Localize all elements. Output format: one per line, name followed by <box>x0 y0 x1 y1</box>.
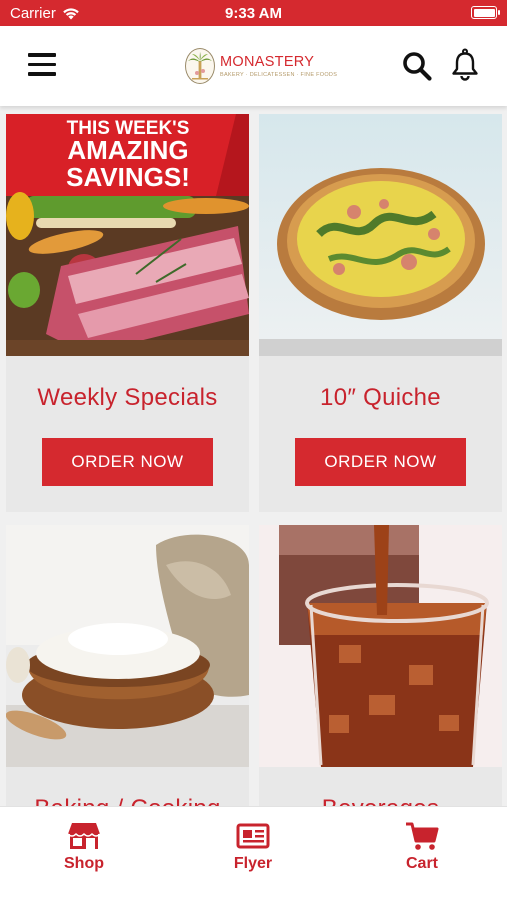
card-title: 10″ Quiche <box>320 384 441 411</box>
card-title: Baking / Cooking <box>6 795 249 806</box>
tab-cart[interactable]: Cart <box>372 821 472 873</box>
category-card-weekly-specials[interactable]: THIS WEEK'S AMAZING SAVINGS! Weekly Spec… <box>6 114 249 512</box>
bottom-tab-bar: Shop Flyer Cart <box>0 806 507 900</box>
hamburger-menu-icon[interactable] <box>28 53 56 77</box>
tab-label: Flyer <box>233 855 273 872</box>
status-bar: Carrier 9:33 AM <box>0 0 507 26</box>
category-card-baking-cooking[interactable]: Baking / Cooking <box>6 525 249 806</box>
card-title: Weekly Specials <box>37 384 218 411</box>
banner-line-2: AMAZING <box>67 135 188 165</box>
logo-name: MONASTERY <box>220 54 315 70</box>
palm-tree-logo-icon <box>185 48 215 84</box>
category-grid: THIS WEEK'S AMAZING SAVINGS! Weekly Spec… <box>0 106 507 806</box>
weekly-specials-image: THIS WEEK'S AMAZING SAVINGS! <box>6 114 249 356</box>
monastery-logo[interactable]: MONASTERY BAKERY · DELICATESSEN · FINE F… <box>185 46 337 86</box>
storefront-icon <box>67 823 101 849</box>
tab-flyer[interactable]: Flyer <box>203 821 303 873</box>
battery-level <box>473 8 496 17</box>
newspaper-icon <box>236 823 270 849</box>
category-card-beverages[interactable]: Beverages <box>259 525 502 806</box>
bell-icon[interactable] <box>450 48 480 82</box>
order-now-button[interactable]: ORDER NOW <box>295 438 466 486</box>
category-card-quiche[interactable]: 10″ Quiche ORDER NOW <box>259 114 502 512</box>
banner-line-3: SAVINGS! <box>66 162 190 192</box>
logo-tagline: BAKERY · DELICATESSEN · FINE FOODS <box>220 72 338 78</box>
app-screen: Carrier 9:33 AM MONASTERY BAKERY · DELIC… <box>0 0 507 900</box>
quiche-image <box>259 114 502 356</box>
tab-shop[interactable]: Shop <box>34 821 134 873</box>
tab-label: Shop <box>64 855 104 872</box>
order-now-button[interactable]: ORDER NOW <box>42 438 213 486</box>
beverages-image <box>259 525 502 767</box>
status-time: 9:33 AM <box>225 5 282 22</box>
app-header: MONASTERY BAKERY · DELICATESSEN · FINE F… <box>0 26 507 106</box>
cart-icon <box>406 822 439 850</box>
search-icon[interactable] <box>401 50 433 82</box>
baking-cooking-image <box>6 525 249 767</box>
tab-label: Cart <box>405 855 438 872</box>
card-title: Beverages <box>259 795 502 806</box>
battery-icon <box>471 6 500 19</box>
